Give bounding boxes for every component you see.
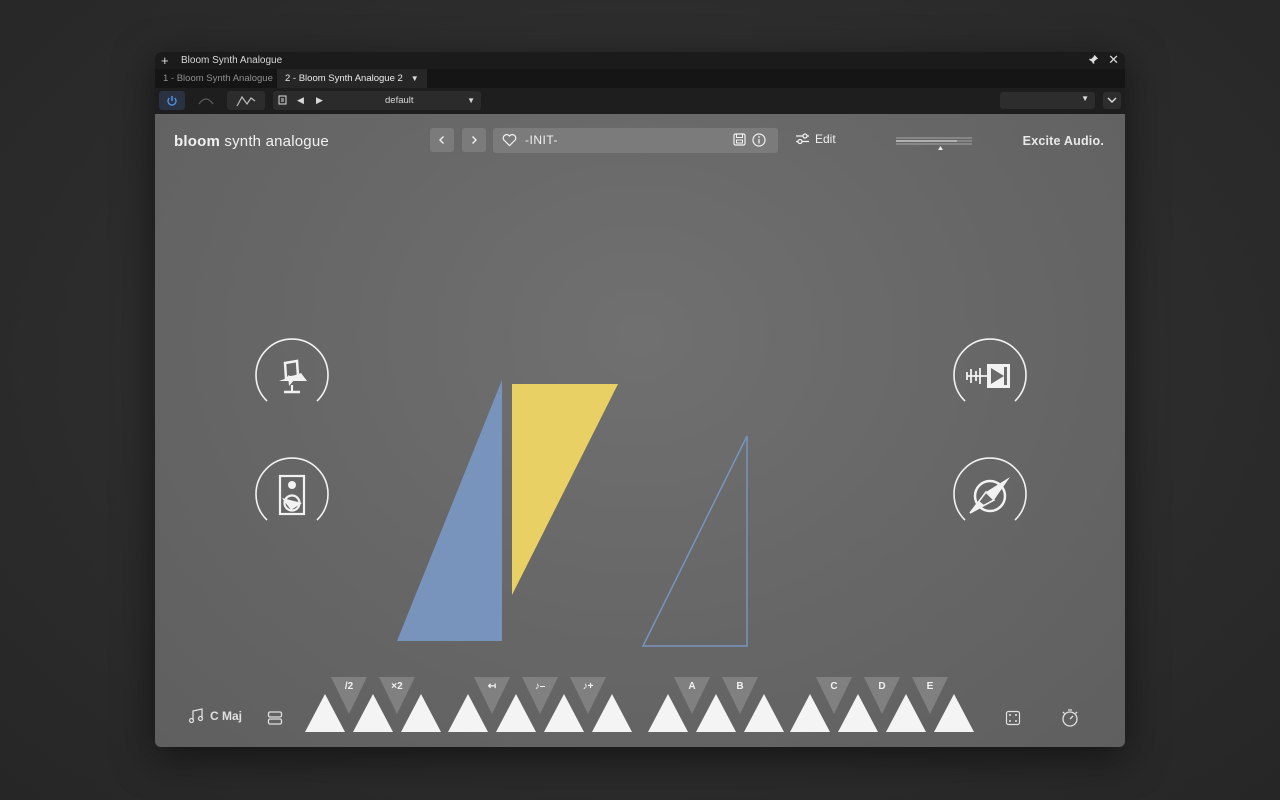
triangle-button-strip: /2 ×2 ↤ ♪– ♪+ A B C D E [305, 677, 974, 732]
edit-label: Edit [815, 132, 836, 146]
triangle-button-label: ×2 [391, 681, 403, 692]
pattern-triangle-button[interactable] [838, 694, 878, 732]
speaker-icon [278, 474, 306, 516]
host-toolbar: ◀ ▶ default ▼ ▼ [155, 88, 1125, 114]
product-logo: bloom synth analogue [174, 133, 329, 150]
yellow-triangle-shape [512, 384, 618, 595]
pattern-triangle-button[interactable] [305, 694, 345, 732]
pattern-triangle-button[interactable] [886, 694, 926, 732]
pattern-triangle-button[interactable] [496, 694, 536, 732]
triangle-button-label: ♪+ [583, 681, 594, 692]
sidechain-icon [198, 98, 214, 105]
next-preset-icon[interactable]: ▶ [316, 91, 323, 110]
pattern-triangle-button[interactable] [544, 694, 584, 732]
expand-button[interactable] [1103, 92, 1121, 109]
settings-timer-button[interactable] [1060, 708, 1080, 733]
chevron-right-icon [472, 136, 477, 144]
tab-instance-2[interactable]: 2 - Bloom Synth Analogue 2 ▼ [277, 69, 427, 88]
new-window-icon[interactable]: + [161, 53, 169, 68]
chevron-down-icon [1107, 97, 1117, 103]
speaker-macro-knob[interactable] [251, 455, 333, 537]
compass-icon [969, 477, 1010, 514]
brand-logo: Excite Audio. [1022, 134, 1104, 148]
triangle-button-label: C [830, 681, 837, 692]
tab-instance-1[interactable]: 1 - Bloom Synth Analogue [155, 69, 281, 88]
pattern-triangle-button[interactable] [744, 694, 784, 732]
microphone-icon [279, 359, 307, 394]
logo-light: synth analogue [224, 133, 329, 150]
close-icon[interactable]: ✕ [1108, 52, 1119, 68]
pin-icon[interactable] [1088, 54, 1099, 68]
triangle-button-label: ↤ [488, 681, 497, 692]
stack-icon [267, 711, 283, 725]
power-button[interactable] [159, 91, 185, 110]
pattern-triangle-button[interactable] [790, 694, 830, 732]
pattern-triangle-button[interactable] [353, 694, 393, 732]
scale-label: C Maj [210, 709, 243, 723]
logo-bold: bloom [174, 133, 220, 150]
pattern-triangle-button[interactable] [696, 694, 736, 732]
pattern-triangle-button[interactable] [592, 694, 632, 732]
pattern-triangle-button[interactable] [448, 694, 488, 732]
preset-name: -INIT- [525, 133, 558, 147]
triangle-button-label: A [688, 681, 695, 692]
title-bar: + Bloom Synth Analogue ✕ [155, 52, 1125, 69]
transient-icon [966, 364, 1010, 388]
chevron-down-icon[interactable]: ▼ [467, 91, 475, 110]
window-title: Bloom Synth Analogue [181, 55, 283, 66]
triangle-button-label: D [878, 681, 885, 692]
sliders-icon [796, 133, 809, 145]
blue-triangle-shape [397, 380, 502, 641]
sidechain-button[interactable] [193, 91, 219, 110]
save-icon[interactable] [733, 133, 746, 151]
compare-icon[interactable] [278, 91, 287, 112]
info-icon[interactable] [752, 133, 766, 152]
microphone-macro-knob[interactable] [251, 336, 333, 418]
envelope-icon [236, 95, 256, 107]
randomize-button[interactable] [1005, 710, 1021, 731]
transient-macro-knob[interactable] [949, 336, 1031, 418]
chevron-down-icon[interactable]: ▼ [1081, 94, 1089, 103]
pattern-triangle-button[interactable] [934, 694, 974, 732]
outline-triangle-shape [641, 435, 748, 647]
dice-icon [1005, 710, 1021, 726]
pattern-triangle-button[interactable] [648, 694, 688, 732]
preset-dropdown-value[interactable]: default [385, 91, 414, 110]
bottom-controls: C Maj /2 ×2 ↤ ♪– ♪+ A B C D E [155, 677, 1125, 747]
instance-tabs: 1 - Bloom Synth Analogue 2 - Bloom Synth… [155, 69, 1125, 88]
pattern-triangle-button[interactable] [401, 694, 441, 732]
scale-selector[interactable]: C Maj [188, 708, 242, 727]
preset-selector[interactable]: ◀ ▶ default ▼ [273, 91, 481, 110]
previous-preset-icon[interactable]: ◀ [297, 91, 304, 110]
stopwatch-icon [1062, 709, 1078, 727]
compass-macro-knob[interactable] [949, 455, 1031, 537]
plugin-window: + Bloom Synth Analogue ✕ 1 - Bloom Synth… [155, 52, 1125, 747]
plugin-ui: bloom synth analogue -INIT- Edit Excite … [155, 114, 1125, 747]
favorite-heart-icon[interactable] [502, 133, 517, 152]
previous-preset-button[interactable] [430, 128, 454, 152]
output-volume-slider[interactable] [895, 136, 973, 150]
chevron-down-icon[interactable]: ▼ [411, 74, 419, 83]
preset-browser[interactable]: -INIT- [493, 128, 778, 153]
triangle-button-label: ♪– [535, 681, 546, 692]
tab-label: 1 - Bloom Synth Analogue [163, 73, 273, 84]
music-note-icon [188, 708, 204, 724]
triangle-button-label: B [736, 681, 743, 692]
layout-toggle-button[interactable] [267, 710, 283, 731]
chevron-left-icon [439, 136, 444, 144]
shape-visualizer[interactable] [390, 376, 750, 651]
next-preset-button[interactable] [462, 128, 486, 152]
edit-button[interactable]: Edit [795, 132, 836, 148]
triangle-button-label: /2 [345, 681, 354, 692]
automation-button[interactable] [227, 91, 265, 110]
triangle-button-label: E [927, 681, 934, 692]
power-icon [167, 96, 177, 106]
routing-dropdown[interactable]: ▼ [1000, 92, 1095, 109]
tab-label: 2 - Bloom Synth Analogue 2 [285, 73, 403, 84]
